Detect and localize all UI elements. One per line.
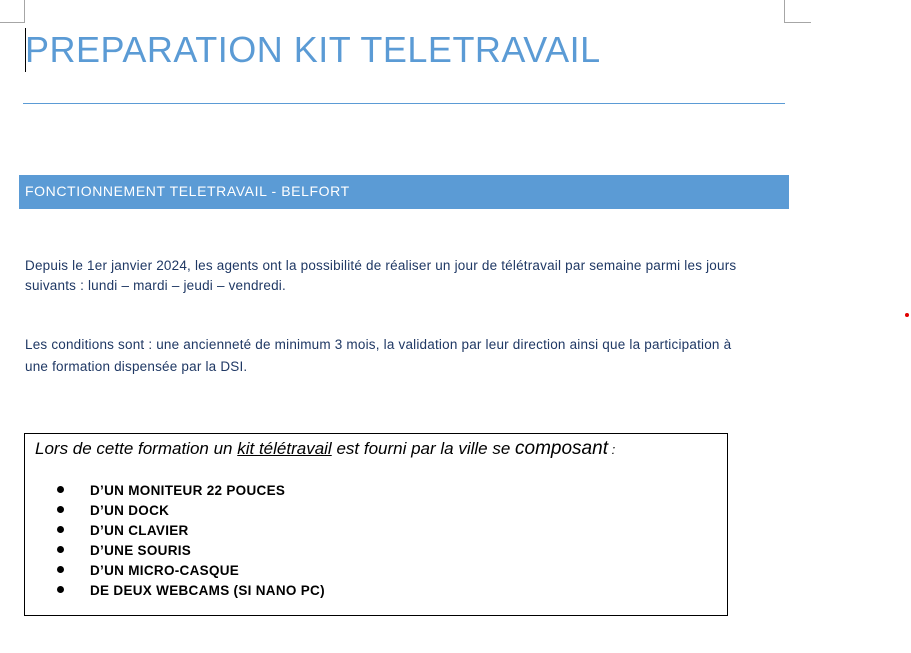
kit-intro-big-word: composant: [515, 438, 608, 459]
paragraph-conditions[interactable]: Les conditions sont : une ancienneté de …: [25, 334, 745, 378]
paragraph-schedule[interactable]: Depuis le 1er janvier 2024, les agents o…: [25, 256, 745, 296]
bullet-icon: [57, 546, 64, 553]
section-header-bar: FONCTIONNEMENT TELETRAVAIL - BELFORT: [19, 175, 789, 209]
list-item-text: D’UNE SOURIS: [90, 543, 192, 558]
bullet-icon: [57, 526, 64, 533]
kit-intro-colon: :: [607, 442, 616, 457]
kit-intro-text-2: est fourni par la ville se: [331, 439, 516, 458]
list-item-text: DE DEUX WEBCAMS (SI NANO PC): [90, 583, 325, 598]
bullet-icon: [57, 566, 64, 573]
list-item-text: D’UN CLAVIER: [90, 523, 189, 538]
kit-intro-text-1: Lors de cette formation un: [35, 439, 238, 458]
text-cursor: [25, 28, 26, 72]
list-item-text: D’UN DOCK: [90, 503, 170, 518]
bullet-icon: [57, 586, 64, 593]
kit-intro-underlined: kit télétravail: [237, 439, 332, 458]
kit-description-box: Lors de cette formation un kit télétrava…: [24, 433, 728, 616]
page-margin-corner-top-right: [784, 0, 811, 23]
red-marker-dot: [905, 313, 909, 317]
section-header-text[interactable]: FONCTIONNEMENT TELETRAVAIL - BELFORT: [25, 183, 350, 199]
title-underline-rule: [23, 103, 785, 104]
page-margin-corner-top-left: [0, 0, 25, 23]
list-item-text: D’UN MICRO-CASQUE: [90, 563, 240, 578]
bullet-icon: [57, 506, 64, 513]
kit-intro-line[interactable]: Lors de cette formation un kit télétrava…: [35, 438, 615, 461]
bullet-icon: [57, 486, 64, 493]
list-item-text: D’UN MONITEUR 22 POUCES: [90, 483, 286, 498]
document-title[interactable]: PREPARATION KIT TELETRAVAIL: [25, 28, 601, 72]
